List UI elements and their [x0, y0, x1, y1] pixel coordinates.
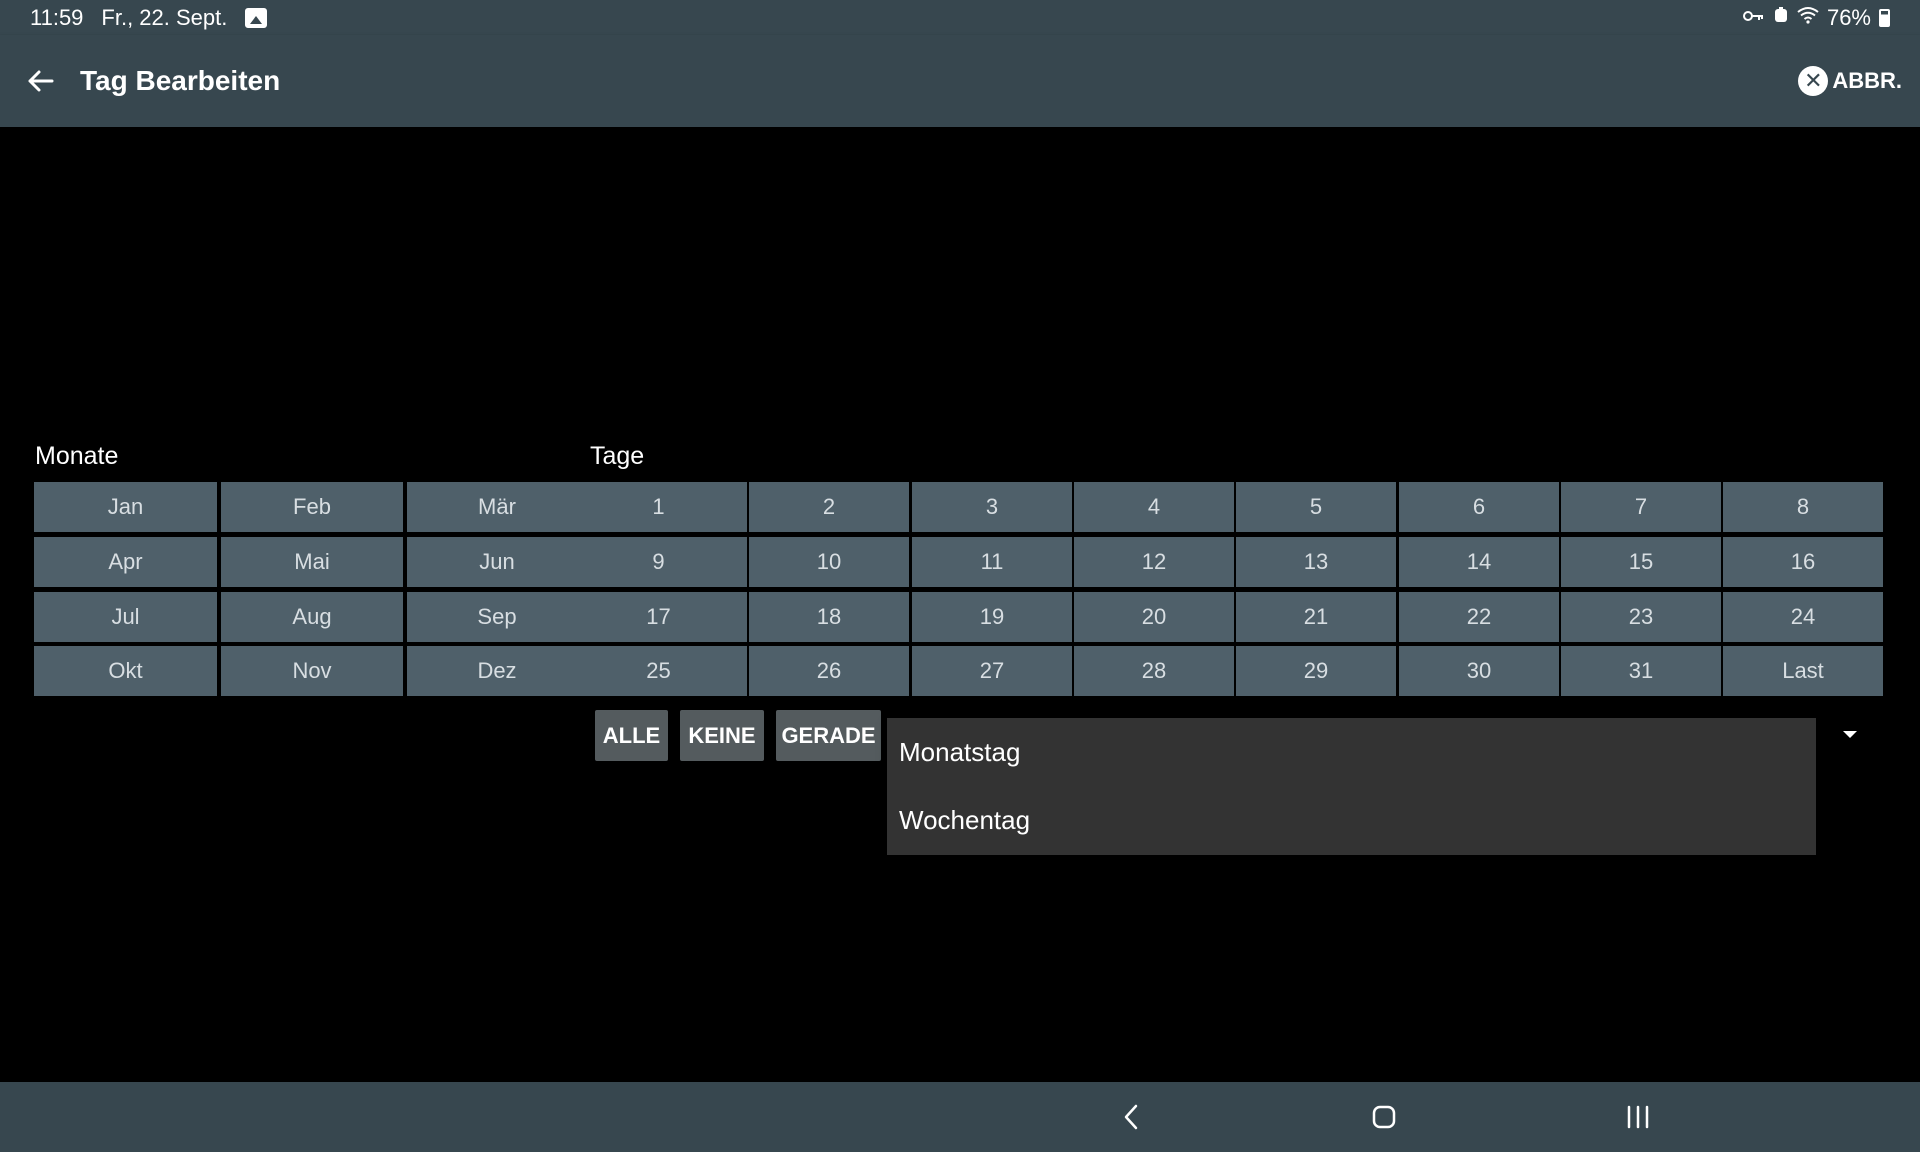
day-cell[interactable]: 7: [1561, 482, 1721, 532]
day-type-dropdown-menu: Monatstag Wochentag: [887, 718, 1816, 855]
day-cell[interactable]: 15: [1561, 537, 1721, 587]
day-cell[interactable]: 12: [1074, 537, 1234, 587]
day-cell[interactable]: 17: [560, 592, 747, 642]
day-cell[interactable]: 4: [1074, 482, 1234, 532]
day-cell[interactable]: 3: [912, 482, 1072, 532]
battery-percent: 76%: [1826, 4, 1871, 30]
recents-icon: [1627, 1105, 1649, 1129]
dropdown-option-wochentag[interactable]: Wochentag: [887, 786, 1816, 854]
day-cell[interactable]: 23: [1561, 592, 1721, 642]
day-cell[interactable]: 20: [1074, 592, 1234, 642]
day-cell[interactable]: 22: [1399, 592, 1559, 642]
dropdown-arrow-icon[interactable]: [1843, 731, 1857, 738]
back-button[interactable]: [0, 35, 80, 127]
day-cell[interactable]: 8: [1723, 482, 1883, 532]
home-icon: [1372, 1105, 1396, 1129]
month-cell[interactable]: Feb: [221, 482, 403, 532]
day-cell[interactable]: 6: [1399, 482, 1559, 532]
chevron-left-icon: [1124, 1104, 1138, 1130]
day-cell[interactable]: 5: [1236, 482, 1396, 532]
day-cell[interactable]: 9: [560, 537, 747, 587]
close-icon: ✕: [1798, 66, 1829, 96]
wifi-icon: [1797, 6, 1819, 29]
day-cell[interactable]: 31: [1561, 646, 1721, 696]
day-cell[interactable]: 13: [1236, 537, 1396, 587]
page-title: Tag Bearbeiten: [80, 65, 281, 96]
day-cell[interactable]: 27: [912, 646, 1072, 696]
month-cell[interactable]: Aug: [221, 592, 403, 642]
day-cell[interactable]: 21: [1236, 592, 1396, 642]
day-cell[interactable]: 10: [749, 537, 909, 587]
day-cell[interactable]: 11: [912, 537, 1072, 587]
month-cell[interactable]: Mai: [221, 537, 403, 587]
select-even-button[interactable]: GERADE: [776, 710, 881, 761]
month-cell[interactable]: Apr: [34, 537, 217, 587]
day-cell[interactable]: 25: [560, 646, 747, 696]
status-bar: 11:59 Fr., 22. Sept. 76%: [0, 0, 1920, 35]
day-cell[interactable]: 28: [1074, 646, 1234, 696]
select-none-button[interactable]: KEINE: [680, 710, 764, 761]
day-cell[interactable]: 18: [749, 592, 909, 642]
days-label: Tage: [590, 442, 645, 470]
image-notification-icon: [245, 7, 268, 28]
battery-icon: [1879, 8, 1890, 27]
cancel-button[interactable]: ✕ ABBR.: [1798, 66, 1902, 96]
app-bar: Tag Bearbeiten ✕ ABBR.: [0, 35, 1920, 127]
dropdown-option-monatstag[interactable]: Monatstag: [887, 718, 1816, 786]
status-date: Fr., 22. Sept.: [101, 4, 228, 30]
nav-home-button[interactable]: [1334, 1082, 1434, 1152]
nav-back-button[interactable]: [1081, 1082, 1181, 1152]
key-icon: [1742, 7, 1765, 28]
day-cell[interactable]: 16: [1723, 537, 1883, 587]
day-cell[interactable]: 14: [1399, 537, 1559, 587]
cancel-label: ABBR.: [1832, 68, 1902, 93]
day-cell[interactable]: Last: [1723, 646, 1883, 696]
day-cell[interactable]: 29: [1236, 646, 1396, 696]
status-time: 11:59: [30, 4, 84, 30]
month-cell[interactable]: Nov: [221, 646, 403, 696]
nav-recents-button[interactable]: [1588, 1082, 1688, 1152]
day-cell[interactable]: 2: [749, 482, 909, 532]
month-cell[interactable]: Jul: [34, 592, 217, 642]
arrow-left-icon: [28, 70, 54, 92]
day-cell[interactable]: 26: [749, 646, 909, 696]
day-cell[interactable]: 24: [1723, 592, 1883, 642]
status-icons: 76%: [1742, 4, 1890, 31]
alarm-icon: [1773, 6, 1789, 29]
month-cell[interactable]: Okt: [34, 646, 217, 696]
day-cell[interactable]: 30: [1399, 646, 1559, 696]
system-nav-bar: [0, 1082, 1920, 1152]
month-cell[interactable]: Jan: [34, 482, 217, 532]
months-label: Monate: [35, 442, 119, 470]
day-cell[interactable]: 19: [912, 592, 1072, 642]
select-all-button[interactable]: ALLE: [595, 710, 668, 761]
day-cell[interactable]: 1: [560, 482, 747, 532]
